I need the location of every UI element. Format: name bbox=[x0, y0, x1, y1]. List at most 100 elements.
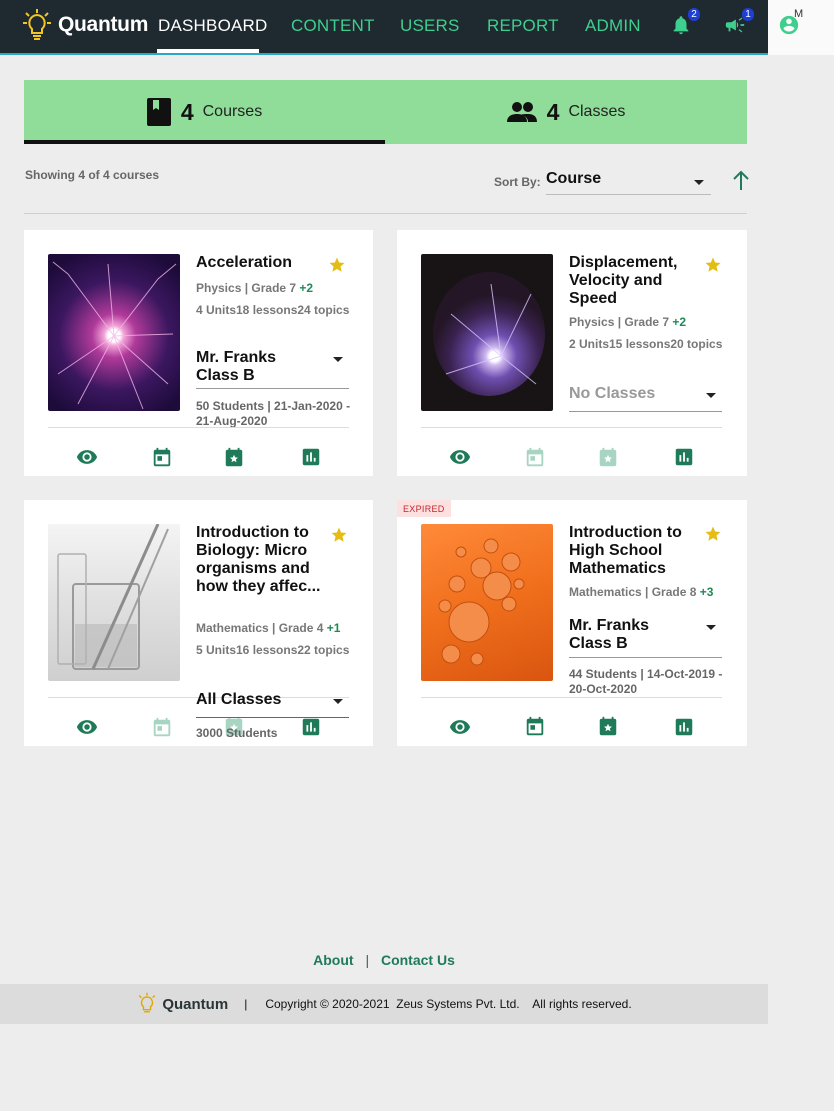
star-icon[interactable] bbox=[704, 525, 722, 543]
classes-count: 4 bbox=[546, 98, 560, 125]
bar-chart-icon[interactable] bbox=[673, 716, 695, 738]
summary-tabs: 4 Courses 4 Classes bbox=[24, 80, 747, 144]
sort-by-label: Sort By: bbox=[494, 175, 541, 189]
eye-icon[interactable] bbox=[449, 716, 471, 738]
class-students-dates: 50 Students | 21-Jan-2020 - 21-Aug-2020 bbox=[196, 399, 351, 428]
classes-label: Classes bbox=[568, 103, 626, 120]
class-select[interactable]: Mr. Franks Class B bbox=[196, 349, 349, 389]
footer-brand-name: Quantum bbox=[162, 995, 229, 1013]
course-subject-grade: Mathematics | Grade 4 +1 bbox=[196, 621, 341, 635]
class-select-value: Mr. Franks Class B bbox=[196, 349, 277, 384]
contact-us-link[interactable]: Contact Us bbox=[381, 952, 455, 968]
summary-active-indicator bbox=[24, 140, 385, 144]
brand-name: Quantum bbox=[58, 13, 149, 36]
chevron-down-icon bbox=[706, 625, 716, 630]
user-initial: M bbox=[794, 8, 804, 20]
assignment-star-icon[interactable] bbox=[597, 716, 619, 738]
tab-courses[interactable]: 4 Courses bbox=[24, 80, 385, 144]
course-card[interactable]: Acceleration Physics | Grade 7 +2 4 Unit… bbox=[24, 230, 373, 476]
announcements-button[interactable]: 1 bbox=[724, 8, 754, 41]
notification-count-badge: 2 bbox=[688, 8, 700, 21]
course-thumbnail bbox=[421, 524, 553, 681]
star-icon[interactable] bbox=[330, 526, 348, 544]
nav-users[interactable]: USERS bbox=[400, 16, 460, 36]
eye-icon[interactable] bbox=[449, 446, 471, 468]
eye-icon[interactable] bbox=[76, 446, 98, 468]
lightbulb-icon bbox=[139, 992, 156, 1013]
nav-dashboard[interactable]: DASHBOARD bbox=[158, 16, 268, 36]
class-select[interactable]: Mr. Franks Class B bbox=[569, 617, 722, 658]
course-title[interactable]: Acceleration bbox=[196, 254, 326, 272]
class-students-dates: 44 Students | 14-Oct-2019 - 20-Oct-2020 bbox=[569, 667, 723, 696]
course-card[interactable]: EXPIRED Introduction to High School Math… bbox=[397, 500, 747, 746]
divider bbox=[24, 213, 747, 214]
course-thumbnail bbox=[48, 254, 180, 411]
nav-admin[interactable]: ADMIN bbox=[585, 16, 641, 36]
star-icon[interactable] bbox=[704, 256, 722, 274]
people-icon bbox=[506, 102, 537, 122]
courses-label: Courses bbox=[202, 103, 263, 120]
lightbulb-icon bbox=[23, 9, 51, 40]
class-select[interactable]: All Classes bbox=[196, 691, 349, 718]
class-select[interactable]: No Classes bbox=[569, 385, 722, 412]
brand-logo[interactable]: Quantum bbox=[22, 8, 148, 42]
chevron-down-icon bbox=[694, 180, 704, 185]
chevron-down-icon bbox=[706, 393, 716, 398]
course-stats: 4 Units18 lessons24 topics bbox=[196, 303, 350, 317]
course-stats: 5 Units16 lessons22 topics bbox=[196, 643, 350, 657]
assignment-star-icon bbox=[599, 447, 617, 467]
eye-icon[interactable] bbox=[76, 716, 98, 738]
expired-badge: EXPIRED bbox=[397, 500, 451, 517]
calendar-icon bbox=[526, 447, 544, 467]
calendar-icon[interactable] bbox=[524, 716, 546, 738]
copyright-text: Copyright © 2020-2021 Zeus Systems Pvt. … bbox=[265, 997, 632, 1011]
top-navbar: Quantum DASHBOARD CONTENT USERS REPORT A… bbox=[0, 0, 768, 55]
courses-count: 4 bbox=[180, 98, 194, 125]
course-title[interactable]: Introduction to Biology: Micro organisms… bbox=[196, 524, 326, 596]
calendar-icon bbox=[153, 717, 171, 737]
course-stats: 2 Units15 lessons20 topics bbox=[569, 337, 723, 351]
book-icon bbox=[146, 98, 171, 126]
nav-report[interactable]: REPORT bbox=[487, 16, 559, 36]
card-divider bbox=[421, 427, 722, 428]
about-link[interactable]: About bbox=[313, 952, 353, 968]
course-subject-grade: Mathematics | Grade 8 +3 bbox=[569, 585, 714, 599]
course-subject-grade: Physics | Grade 7 +2 bbox=[569, 315, 687, 329]
tab-classes[interactable]: 4 Classes bbox=[385, 80, 747, 144]
course-thumbnail bbox=[48, 524, 180, 681]
bar-chart-icon[interactable] bbox=[300, 446, 322, 468]
class-select-value: Mr. Franks Class B bbox=[569, 617, 650, 652]
announcement-count-badge: 1 bbox=[742, 8, 754, 21]
notifications-button[interactable]: 2 bbox=[670, 8, 700, 41]
user-menu[interactable]: M bbox=[768, 0, 834, 55]
class-select-value: All Classes bbox=[196, 691, 282, 708]
footer-separator: | bbox=[244, 997, 248, 1011]
sort-by-value: Course bbox=[546, 170, 602, 187]
star-icon[interactable] bbox=[328, 256, 346, 274]
calendar-icon[interactable] bbox=[151, 447, 173, 469]
course-card[interactable]: Introduction to Biology: Micro organisms… bbox=[24, 500, 373, 746]
chevron-down-icon bbox=[333, 357, 343, 362]
footer-separator: | bbox=[365, 952, 370, 968]
showing-count-text: Showing 4 of 4 courses bbox=[25, 168, 160, 182]
course-title[interactable]: Introduction to High School Mathematics bbox=[569, 524, 697, 578]
course-title[interactable]: Displacement, Velocity and Speed bbox=[569, 254, 697, 308]
assignment-star-icon[interactable] bbox=[223, 447, 245, 469]
course-subject-grade: Physics | Grade 7 +2 bbox=[196, 281, 314, 295]
footer-links: About | Contact Us bbox=[0, 952, 768, 968]
card-divider bbox=[48, 427, 349, 428]
active-tab-indicator bbox=[157, 49, 259, 53]
bar-chart-icon[interactable] bbox=[673, 446, 695, 468]
class-students: 3000 Students bbox=[196, 726, 278, 740]
footer-bar: Quantum | Copyright © 2020-2021 Zeus Sys… bbox=[0, 984, 768, 1024]
course-card[interactable]: Displacement, Velocity and Speed Physics… bbox=[397, 230, 747, 476]
card-divider bbox=[421, 697, 722, 698]
nav-content[interactable]: CONTENT bbox=[291, 16, 375, 36]
chevron-down-icon bbox=[333, 699, 343, 704]
class-select-value: No Classes bbox=[569, 385, 656, 402]
arrow-up-icon bbox=[733, 170, 749, 190]
sort-by-select[interactable]: Course bbox=[546, 170, 711, 195]
footer-brand: Quantum bbox=[136, 992, 228, 1016]
course-thumbnail bbox=[421, 254, 553, 411]
sort-direction-button[interactable] bbox=[732, 170, 750, 197]
